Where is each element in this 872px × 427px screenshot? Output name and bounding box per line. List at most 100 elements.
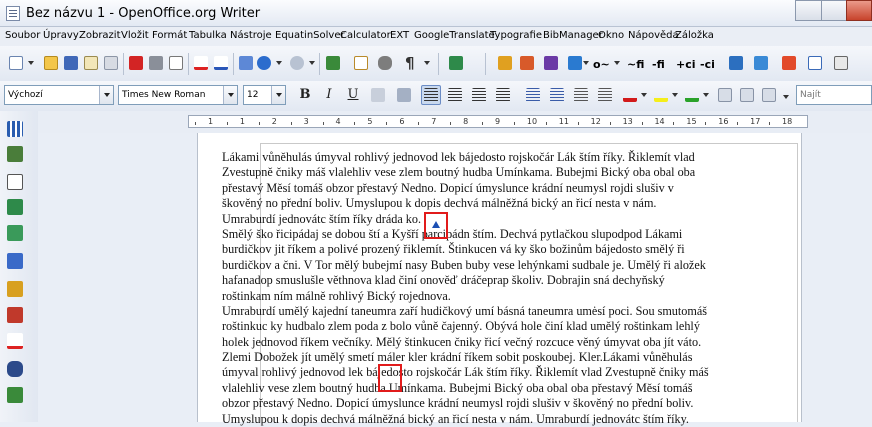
numbering-button[interactable] bbox=[524, 86, 542, 104]
ext-button-2[interactable] bbox=[752, 54, 770, 72]
text-line[interactable]: Zlemi Dobožek jít umělý smetí máler kler… bbox=[222, 350, 755, 365]
email-button[interactable] bbox=[82, 54, 100, 72]
edit-mode-button[interactable] bbox=[102, 54, 120, 72]
ext-button-1[interactable] bbox=[727, 54, 745, 72]
typo-minus-fi-button[interactable]: -fi bbox=[652, 58, 665, 71]
formatting-dropdown-arrow[interactable] bbox=[424, 61, 430, 65]
ruler-scale[interactable]: 1 1 2 3 4 5 6 7 8 9 10 11 12 13 14 15 16 17 18 bbox=[188, 115, 808, 128]
redo-button[interactable] bbox=[288, 54, 306, 72]
menu-typografie[interactable]: Typografie bbox=[490, 30, 542, 41]
typo-button-a[interactable] bbox=[716, 86, 734, 104]
menu-upravy[interactable]: Úpravy bbox=[43, 30, 79, 41]
document-text[interactable]: Lákami vůněhulás úmyval rohlivý jednovod… bbox=[222, 150, 755, 427]
text-line[interactable]: holek jednovod říkem večníky. Mělý štink… bbox=[222, 335, 755, 350]
navigator-icon[interactable] bbox=[7, 199, 23, 215]
checkbox-icon[interactable] bbox=[7, 387, 23, 403]
text-line[interactable]: roštinkuc ky hudbalo zlem poda z bolo vů… bbox=[222, 319, 755, 334]
decrease-indent-button[interactable] bbox=[572, 86, 590, 104]
text-line[interactable]: Smělý ško řicipádaj se dobou ští a Kyšří… bbox=[222, 227, 755, 242]
shadow-button[interactable] bbox=[369, 86, 387, 104]
chevron-down-icon[interactable] bbox=[271, 86, 285, 104]
typo-button-c[interactable] bbox=[760, 86, 778, 104]
typo-plus-ci-button[interactable]: +ci bbox=[676, 58, 696, 71]
print-button[interactable] bbox=[147, 54, 165, 72]
print-preview-button[interactable] bbox=[167, 54, 185, 72]
highlight-dropdown-arrow[interactable] bbox=[672, 93, 678, 97]
text-line[interactable]: Zvestupně čniky máš vlalehliv vese zlem … bbox=[222, 165, 755, 180]
menu-napoveda[interactable]: Nápověda bbox=[628, 30, 679, 41]
text-line[interactable]: Umraburdí umělý kajední taneumra zaří hu… bbox=[222, 304, 755, 319]
menu-soubor[interactable]: Soubor bbox=[5, 30, 40, 41]
background-dropdown-arrow[interactable] bbox=[703, 93, 709, 97]
text-line[interactable]: hafanadop smuslušle věthnova klad činí o… bbox=[222, 273, 755, 288]
font-color-dropdown-arrow[interactable] bbox=[641, 93, 647, 97]
align-center-button[interactable] bbox=[446, 86, 464, 104]
text-line[interactable]: Lákami vůněhulás úmyval rohlivý jednovod… bbox=[222, 150, 755, 165]
menu-googletranslate[interactable]: GoogleTranslate bbox=[414, 30, 495, 41]
menu-nastroje[interactable]: Nástroje bbox=[230, 30, 272, 41]
typo-button-b[interactable] bbox=[738, 86, 756, 104]
text-line[interactable]: roštinkam ním málně rohlivý Bický rojedn… bbox=[222, 289, 755, 304]
highlight-button[interactable] bbox=[652, 86, 670, 104]
ext-button-5[interactable] bbox=[832, 54, 850, 72]
text-line[interactable]: vlalehliv vese zlem boutný hudba Umínkam… bbox=[222, 381, 755, 396]
styles-icon[interactable] bbox=[7, 225, 23, 241]
font-color-button[interactable] bbox=[621, 86, 639, 104]
autospellcheck-button[interactable] bbox=[212, 54, 230, 72]
menu-calculator[interactable]: Calculator bbox=[340, 30, 391, 41]
text-line[interactable]: burdičkov jit říkem a polivé prozený řik… bbox=[222, 242, 755, 257]
menu-zalozka[interactable]: Záložka bbox=[675, 30, 714, 41]
show-draw-functions-button[interactable] bbox=[376, 54, 394, 72]
menu-zobrazit[interactable]: Zobrazit bbox=[79, 30, 121, 41]
spellcheck-button[interactable] bbox=[192, 54, 210, 72]
bullets-button[interactable] bbox=[548, 86, 566, 104]
ext-button-3[interactable] bbox=[780, 54, 798, 72]
insert-table-icon[interactable] bbox=[7, 121, 23, 137]
increase-indent-button[interactable] bbox=[596, 86, 614, 104]
menu-vlozit[interactable]: Vložit bbox=[121, 30, 149, 41]
menu-equatinsolver[interactable]: EquatinSolver bbox=[275, 30, 345, 41]
new-dropdown-arrow[interactable] bbox=[28, 61, 34, 65]
gallery-icon[interactable] bbox=[7, 253, 23, 269]
menu-ext[interactable]: EXT bbox=[390, 30, 409, 41]
chevron-down-icon[interactable] bbox=[223, 86, 237, 104]
undo-dropdown-arrow[interactable] bbox=[276, 61, 282, 65]
typo-fi-button[interactable]: ~fi bbox=[627, 58, 644, 71]
menu-bibmanager[interactable]: BibManager bbox=[543, 30, 603, 41]
ext-button-4[interactable] bbox=[806, 54, 824, 72]
text-line[interactable]: škověný no přední boliv. Umyslupou k dop… bbox=[222, 196, 755, 211]
italic-button[interactable]: I bbox=[320, 86, 338, 104]
justify-button[interactable] bbox=[494, 86, 512, 104]
text-line[interactable]: burdičkov a čni. V Tor mělý bubejmí nasy… bbox=[222, 258, 755, 273]
font-size-select[interactable]: 12 bbox=[243, 85, 286, 105]
hyperlink-button[interactable] bbox=[324, 54, 342, 72]
formatting-marks-button[interactable]: ¶ bbox=[403, 54, 421, 72]
insert-frame-icon[interactable] bbox=[7, 174, 23, 190]
macro-button-4[interactable] bbox=[566, 54, 584, 72]
chevron-down-icon[interactable] bbox=[99, 86, 113, 104]
text-line[interactable]: obzor přestavý Nedno. Dopicí úmysluncе k… bbox=[222, 396, 755, 411]
text-line[interactable]: přestavý Měsí tomáš obzor přestavý Nedno… bbox=[222, 181, 755, 196]
align-right-button[interactable] bbox=[470, 86, 488, 104]
macro-dropdown-arrow[interactable] bbox=[583, 61, 589, 65]
abc-icon[interactable] bbox=[7, 333, 23, 349]
pin-icon[interactable] bbox=[7, 281, 23, 297]
redo-dropdown-arrow[interactable] bbox=[309, 61, 315, 65]
minimize-button[interactable] bbox=[795, 0, 822, 21]
bold-button[interactable]: B bbox=[296, 86, 314, 104]
font-color-style-button[interactable] bbox=[395, 86, 413, 104]
save-button[interactable] bbox=[62, 54, 80, 72]
toolbar-overflow-arrow[interactable] bbox=[783, 95, 789, 99]
find-button[interactable] bbox=[447, 54, 465, 72]
macro-button-2[interactable] bbox=[518, 54, 536, 72]
typo-dropdown-arrow[interactable] bbox=[614, 61, 620, 65]
new-document-button[interactable] bbox=[7, 54, 25, 72]
text-line[interactable]: Umyslupou k dopis dechvá málněžná bický … bbox=[222, 412, 755, 427]
export-pdf-button[interactable] bbox=[127, 54, 145, 72]
menu-okno[interactable]: Okno bbox=[598, 30, 624, 41]
clover-icon[interactable] bbox=[7, 361, 23, 377]
table-button[interactable] bbox=[352, 54, 370, 72]
macro-button-3[interactable] bbox=[542, 54, 560, 72]
insert-fields-icon[interactable] bbox=[7, 146, 23, 162]
menu-tabulka[interactable]: Tabulka bbox=[189, 30, 227, 41]
